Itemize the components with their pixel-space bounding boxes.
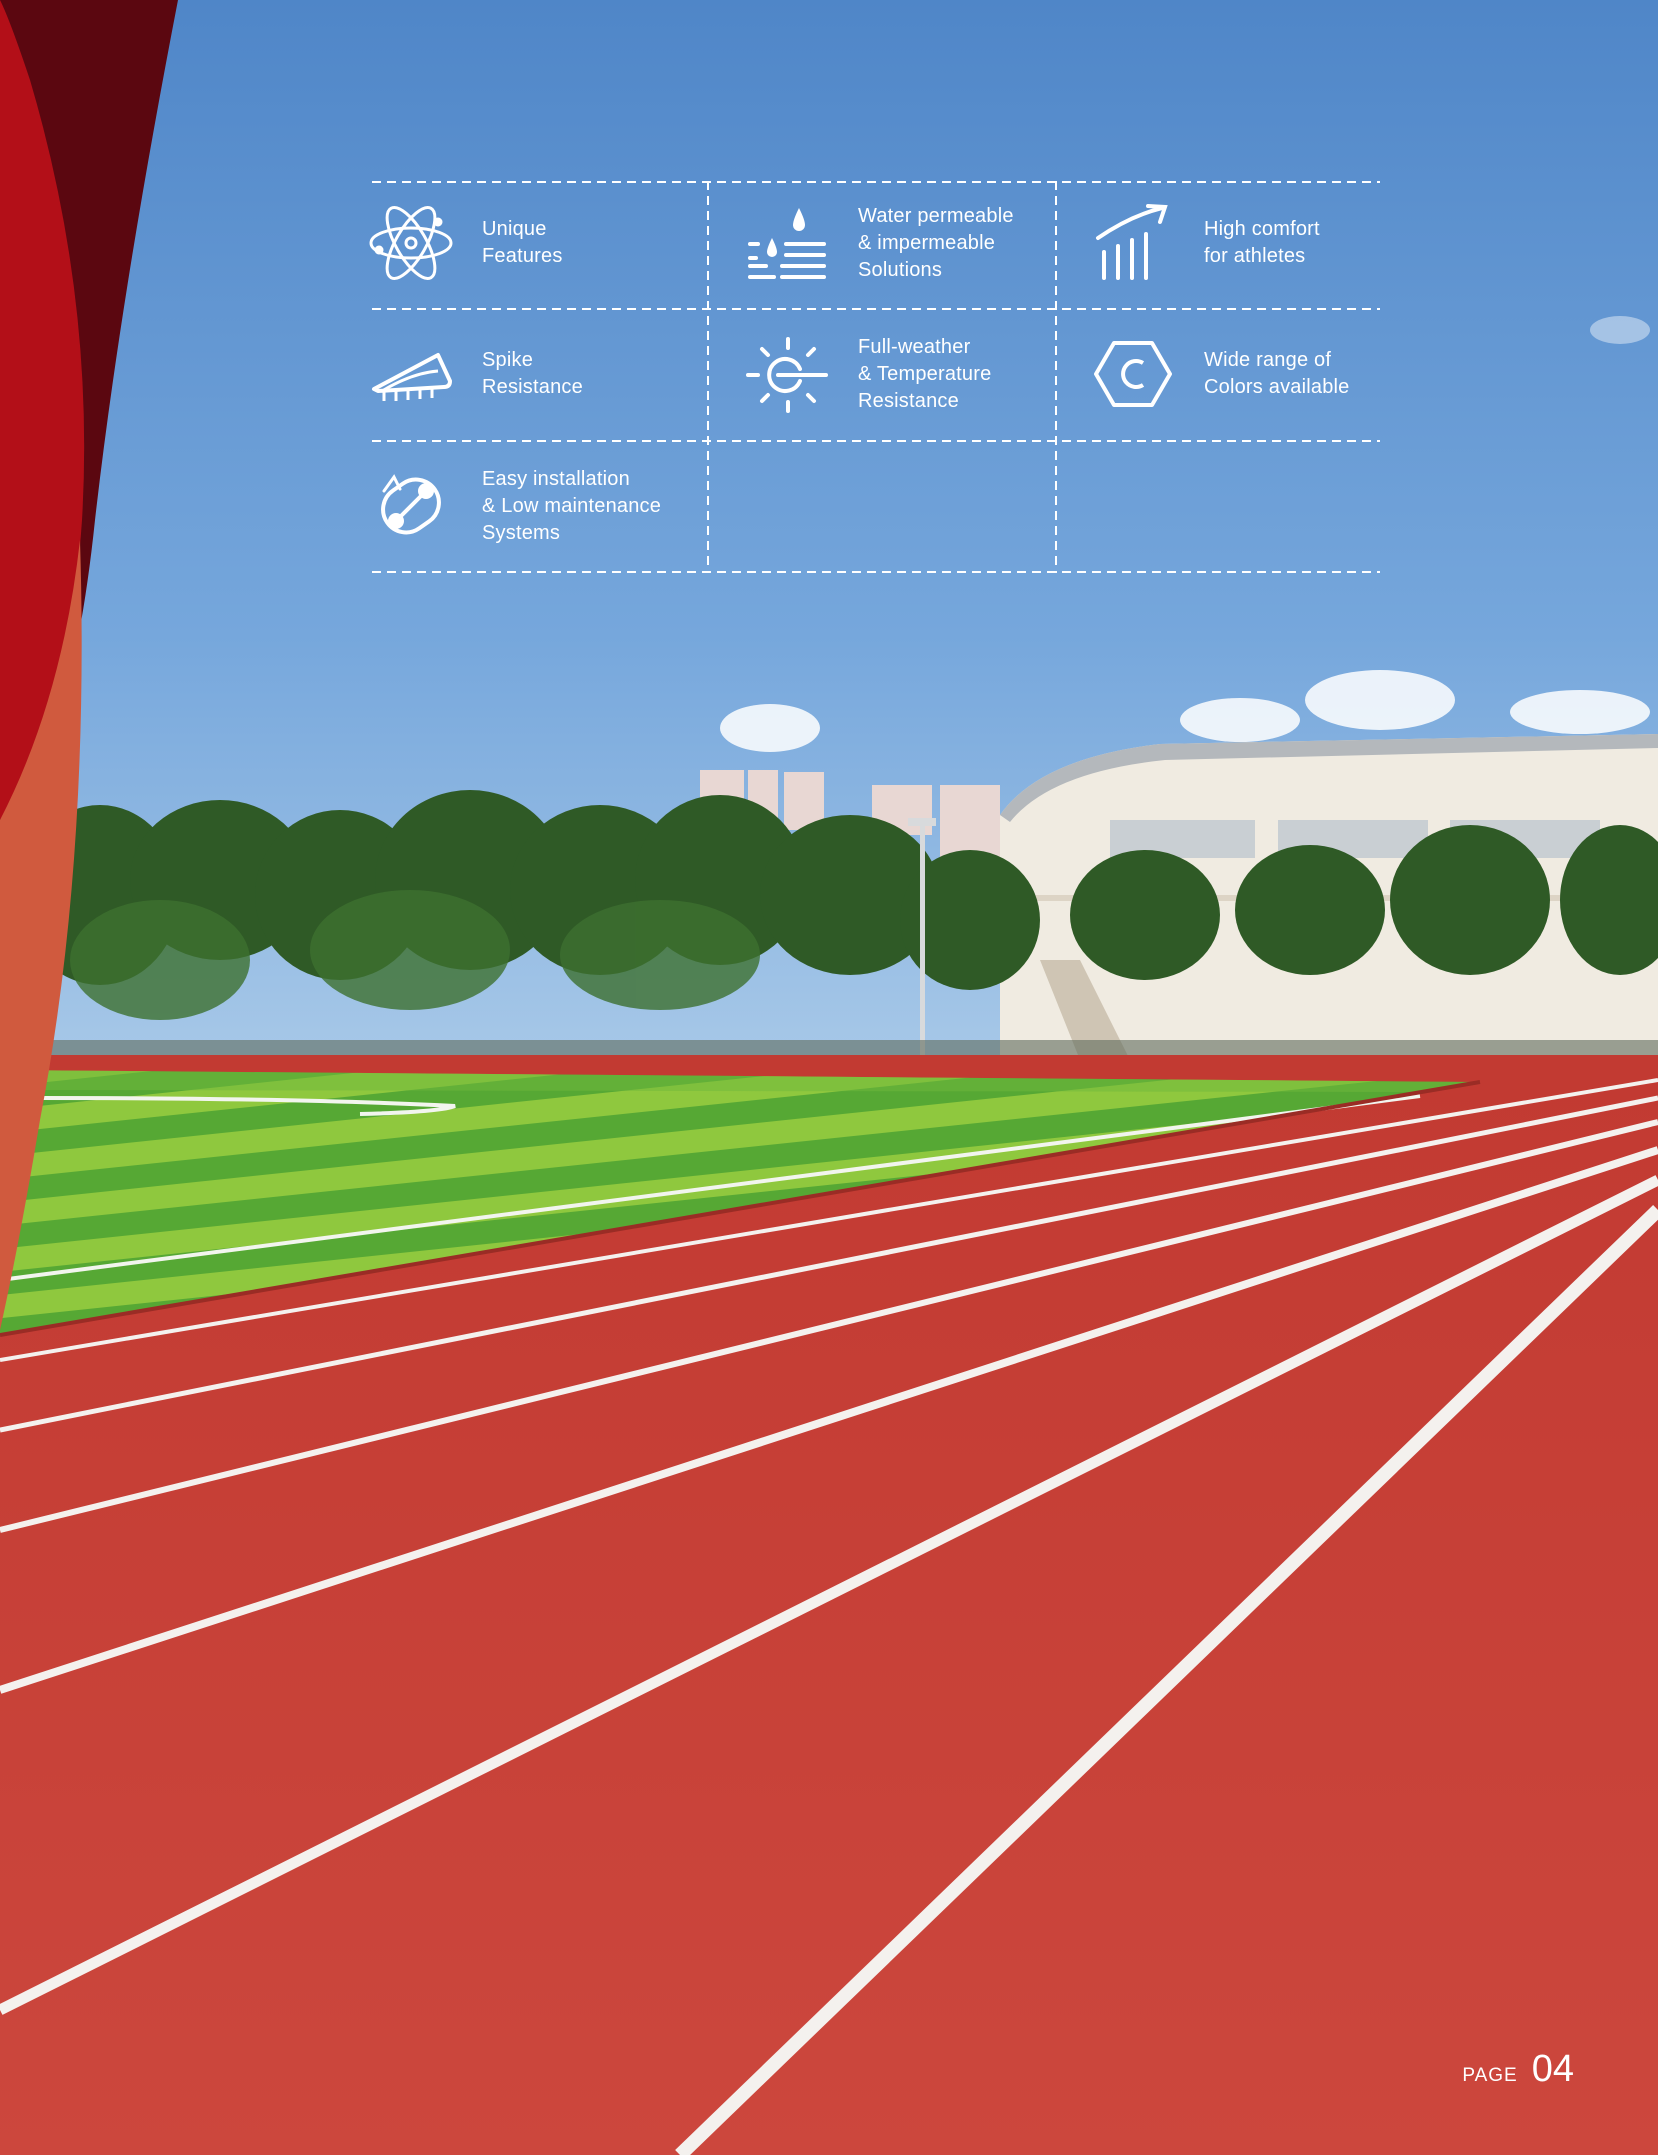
feature-label: Full-weather & Temperature Resistance — [858, 335, 992, 412]
feature-colors: Wide range of Colors available — [1088, 329, 1350, 419]
feature-label: High comfort for athletes — [1204, 218, 1320, 267]
sun-weather-icon — [742, 329, 832, 419]
maintenance-cycle-icon — [366, 461, 456, 551]
feature-label: Water permeable & impermeable Solutions — [858, 204, 1014, 281]
growth-chart-icon — [1088, 198, 1178, 288]
feature-water: Water permeable & impermeable Solutions — [742, 198, 1014, 288]
light-pole — [920, 825, 925, 1065]
feature-unique: Unique Features — [366, 198, 563, 288]
feature-label: Unique Features — [482, 218, 563, 267]
feature-grid: Unique Features Water permeable & imperm… — [369, 181, 1380, 573]
feature-label: Wide range of Colors available — [1204, 349, 1350, 398]
feature-label: Spike Resistance — [482, 349, 583, 398]
feature-label: Easy installation & Low maintenance Syst… — [482, 467, 662, 544]
page-number-value: 04 — [1531, 2048, 1574, 2090]
page-number: PAGE 04 — [1462, 2048, 1574, 2091]
feature-weather: Full-weather & Temperature Resistance — [742, 329, 991, 419]
spike-shoe-icon — [366, 329, 456, 419]
atom-icon — [366, 198, 456, 288]
feature-installation: Easy installation & Low maintenance Syst… — [366, 461, 661, 551]
color-hexagon-icon — [1088, 329, 1178, 419]
feature-spike: Spike Resistance — [366, 329, 583, 419]
water-drop-icon — [742, 198, 832, 288]
page-label: PAGE — [1462, 2065, 1518, 2086]
feature-comfort: High comfort for athletes — [1088, 198, 1320, 288]
